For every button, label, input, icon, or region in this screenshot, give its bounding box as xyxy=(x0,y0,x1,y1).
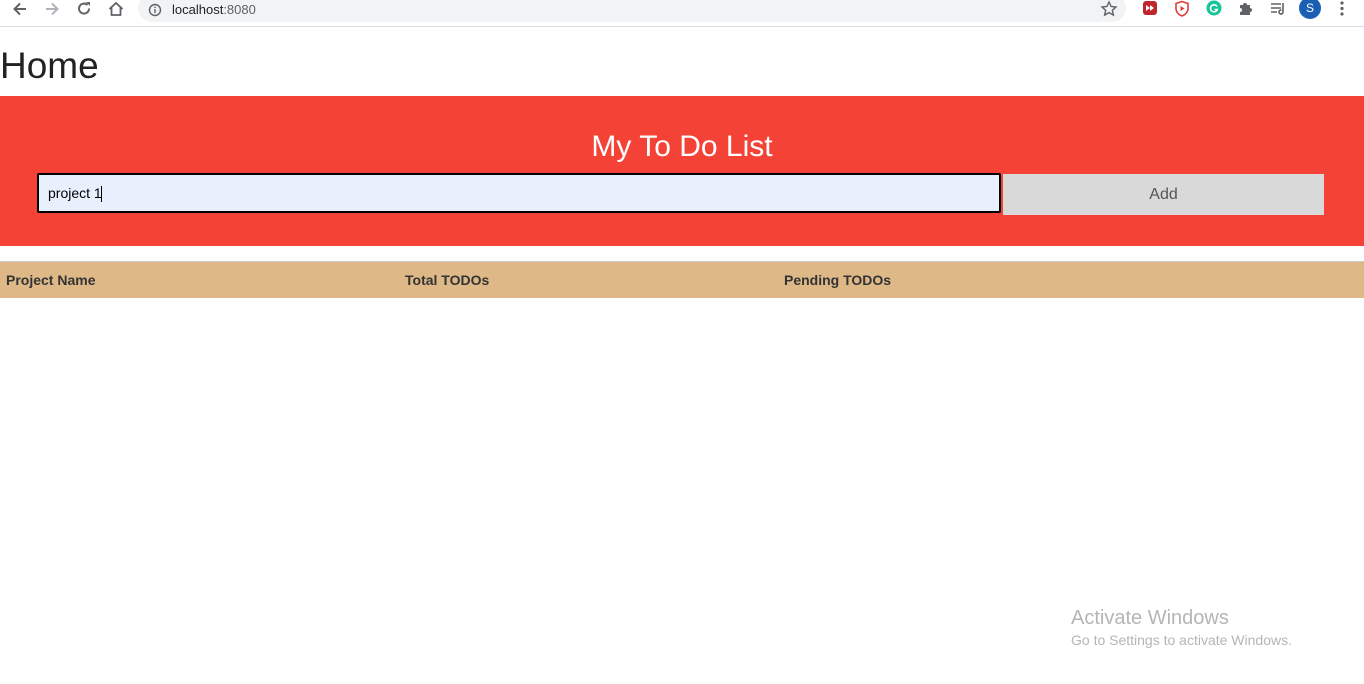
page-title: Home xyxy=(0,45,99,86)
project-name-input[interactable] xyxy=(37,173,1001,213)
add-button[interactable]: Add xyxy=(1003,174,1324,215)
todo-header xyxy=(0,96,1364,246)
forward-arrow-icon[interactable] xyxy=(41,0,63,18)
column-pending-todos: Pending TODOs xyxy=(784,272,892,288)
back-arrow-icon[interactable] xyxy=(9,0,31,18)
site-info-icon[interactable] xyxy=(148,3,162,17)
column-total-todos: Total TODOs xyxy=(405,272,490,288)
address-bar[interactable]: localhost:8080 xyxy=(138,0,1126,22)
url-port: :8080 xyxy=(223,2,256,17)
home-icon[interactable] xyxy=(105,0,127,18)
extensions-puzzle-icon[interactable] xyxy=(1237,0,1255,18)
url-text: localhost:8080 xyxy=(172,2,256,17)
activate-windows-title: Activate Windows xyxy=(1071,607,1229,629)
extension-fastforward-icon[interactable] xyxy=(1141,0,1159,18)
reload-icon[interactable] xyxy=(73,0,95,18)
url-host: localhost xyxy=(172,2,224,17)
profile-avatar[interactable]: S xyxy=(1299,0,1321,19)
grammarly-icon[interactable] xyxy=(1205,0,1223,18)
reading-list-icon[interactable] xyxy=(1269,0,1287,18)
text-cursor xyxy=(101,186,102,202)
column-project-name: Project Name xyxy=(6,272,96,288)
browser-menu-icon[interactable] xyxy=(1334,0,1350,18)
activate-windows-subtitle: Go to Settings to activate Windows. xyxy=(1071,632,1292,648)
browser-toolbar: localhost:8080 S xyxy=(0,0,1364,27)
todo-list-heading: My To Do List xyxy=(591,130,773,163)
projects-table-header: Project Name Total TODOs Pending TODOs xyxy=(0,261,1364,298)
bookmark-star-icon[interactable] xyxy=(1100,0,1118,18)
extension-shield-icon[interactable] xyxy=(1173,0,1191,18)
